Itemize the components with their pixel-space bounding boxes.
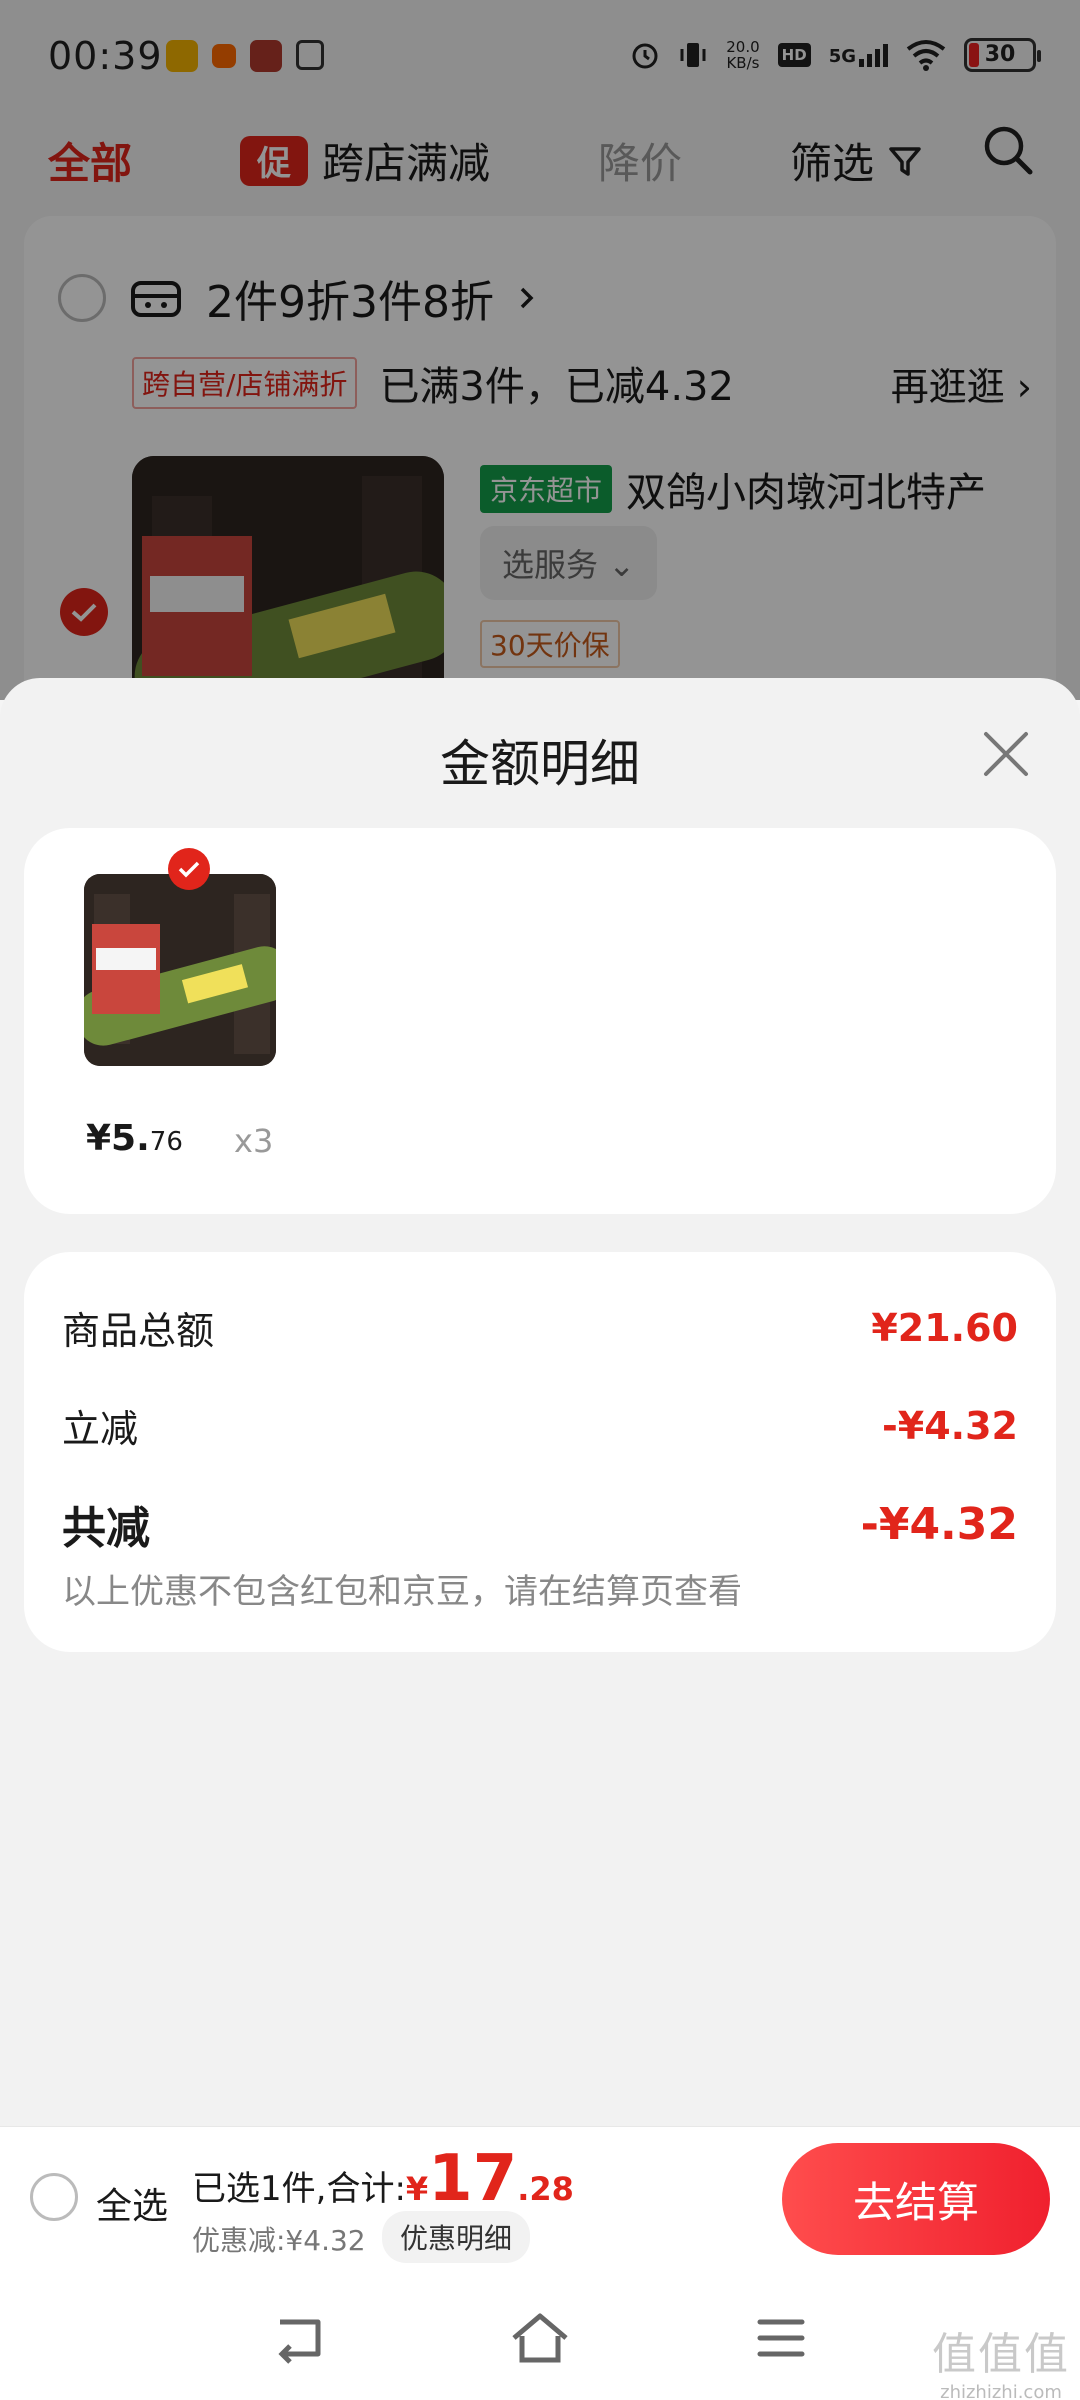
amount-detail-sheet: 金额明细 ¥5.76 x3 商品总额 ¥21.60 立减 -¥4.32 共减 -… bbox=[0, 678, 1080, 2126]
goods-total-value: ¥21.60 bbox=[871, 1305, 1018, 1350]
discount-note: 以上优惠不包含红包和京豆，请在结算页查看 bbox=[62, 1572, 742, 1612]
selected-check-icon bbox=[168, 848, 210, 890]
total-discount-label: 共减 bbox=[62, 1503, 150, 1554]
sheet-title: 金额明细 bbox=[440, 735, 640, 793]
instant-discount-label: 立减 bbox=[62, 1407, 139, 1451]
total-discount-value: -¥4.32 bbox=[860, 1498, 1018, 1550]
system-nav-bar: 值值值 zhizhizhi.com bbox=[0, 2274, 1080, 2400]
watermark: 值值值 zhizhizhi.com bbox=[932, 2329, 1070, 2400]
goods-card: ¥5.76 x3 bbox=[24, 828, 1056, 1214]
menu-icon[interactable] bbox=[756, 2316, 806, 2360]
home-icon[interactable] bbox=[508, 2310, 572, 2366]
checkout-bar: 全选 已选1件,合计: ¥ 17 .28 优惠减:¥4.32 优惠明细 去结算 bbox=[0, 2126, 1080, 2274]
discount-amount: 优惠减:¥4.32 bbox=[192, 2224, 366, 2257]
row-total-discount: 共减 -¥4.32 bbox=[62, 1492, 1018, 1556]
select-all-radio[interactable] bbox=[30, 2173, 78, 2221]
row-instant-discount: 立减 -¥4.32 bbox=[62, 1398, 1018, 1453]
selected-summary: 已选1件,合计: ¥ 17 .28 bbox=[192, 2142, 574, 2216]
amount-summary-card: 商品总额 ¥21.60 立减 -¥4.32 共减 -¥4.32 以上优惠不包含红… bbox=[24, 1252, 1056, 1652]
item-unit-price: ¥5.76 bbox=[86, 1118, 183, 1159]
checkout-button[interactable]: 去结算 bbox=[782, 2143, 1050, 2255]
row-goods-total: 商品总额 ¥21.60 bbox=[62, 1300, 1018, 1355]
item-quantity: x3 bbox=[234, 1122, 274, 1160]
back-icon[interactable] bbox=[272, 2314, 328, 2364]
goods-total-label: 商品总额 bbox=[62, 1309, 215, 1353]
instant-discount-value: -¥4.32 bbox=[882, 1403, 1018, 1448]
product-thumbnail bbox=[84, 874, 276, 1066]
modal-overlay[interactable] bbox=[0, 0, 1080, 700]
select-all-label[interactable]: 全选 bbox=[96, 2177, 168, 2229]
total-amount: 17 bbox=[428, 2142, 518, 2216]
discount-detail-button[interactable]: 优惠明细 bbox=[382, 2211, 531, 2263]
close-icon[interactable] bbox=[976, 724, 1036, 784]
